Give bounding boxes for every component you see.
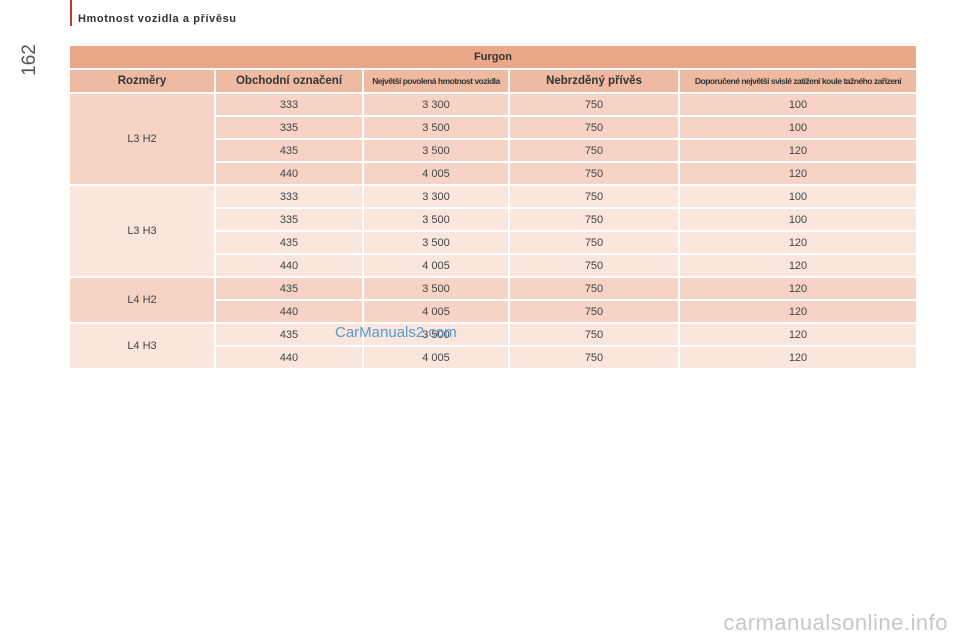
table-cell: 333 <box>216 186 364 209</box>
section-title: Hmotnost vozidla a přívěsu <box>78 13 237 25</box>
table-cell: 750 <box>510 301 680 324</box>
table-cell: 120 <box>680 232 916 255</box>
table-cell: 3 500 <box>364 232 510 255</box>
dimension-cell: L3 H3 <box>70 186 216 278</box>
table-cell: 750 <box>510 255 680 278</box>
table-cell: 440 <box>216 255 364 278</box>
column-header-dimensions: Rozměry <box>70 70 216 94</box>
table-cell: 335 <box>216 117 364 140</box>
table-cell: 120 <box>680 301 916 324</box>
table-body: L3 H2 333 3 300 750 100 335 3 500 750 100 435 3 50… <box>70 94 916 370</box>
table-row: L4 H3 435 3 500 750 120 <box>70 324 916 370</box>
table-cell: 750 <box>510 232 680 255</box>
table-cell: 100 <box>680 94 916 117</box>
table-cell: 120 <box>680 163 916 186</box>
table-cell: 4 005 <box>364 347 510 370</box>
table-row: L3 H3 333 3 300 750 100 <box>70 186 916 278</box>
table-cell: 100 <box>680 209 916 232</box>
table-cell: 4 005 <box>364 255 510 278</box>
table-cell: 120 <box>680 324 916 347</box>
column-header-unbraked-trailer: Nebrzděný přívěs <box>510 70 680 94</box>
table-cell: 3 500 <box>364 117 510 140</box>
page-number: 162 <box>19 44 40 76</box>
table-cell: 3 500 <box>364 209 510 232</box>
table-cell: 750 <box>510 347 680 370</box>
table-cell: 750 <box>510 278 680 301</box>
dimension-cell: L3 H2 <box>70 94 216 186</box>
table-cell: 4 005 <box>364 163 510 186</box>
dimension-cell: L4 H2 <box>70 278 216 324</box>
table-row: L4 H2 435 3 500 750 120 <box>70 278 916 324</box>
section-accent-bar <box>70 0 72 26</box>
table-cell: 100 <box>680 117 916 140</box>
table-cell: 750 <box>510 94 680 117</box>
table-cell: 3 300 <box>364 186 510 209</box>
table-cell: 120 <box>680 140 916 163</box>
table-cell: 440 <box>216 163 364 186</box>
table-cell: 335 <box>216 209 364 232</box>
table-cell: 120 <box>680 255 916 278</box>
table-cell: 4 005 <box>364 301 510 324</box>
table-cell: 435 <box>216 232 364 255</box>
table-cell: 3 300 <box>364 94 510 117</box>
table-cell: 750 <box>510 209 680 232</box>
table-cell: 3 500 <box>364 140 510 163</box>
table-cell: 750 <box>510 140 680 163</box>
watermark-carmanuals2: CarManuals2.com <box>335 324 457 341</box>
column-header-max-weight: Největší povolená hmotnost vozidla <box>364 70 510 94</box>
table-cell: 750 <box>510 117 680 140</box>
column-header-trade-name: Obchodní označení <box>216 70 364 94</box>
table-cell: 750 <box>510 186 680 209</box>
table-cell: 120 <box>680 278 916 301</box>
table-cell: 120 <box>680 347 916 370</box>
column-header-nose-weight: Doporučené největší svislé zatížení koul… <box>680 70 916 94</box>
table-cell: 3 500 <box>364 278 510 301</box>
table-title: Furgon <box>70 46 916 70</box>
table-row: L3 H2 333 3 300 750 100 <box>70 94 916 186</box>
table-cell: 435 <box>216 140 364 163</box>
table-cell: 750 <box>510 324 680 347</box>
table-cell: 440 <box>216 347 364 370</box>
table-cell: 100 <box>680 186 916 209</box>
table-cell: 750 <box>510 163 680 186</box>
table-cell: 440 <box>216 301 364 324</box>
dimension-cell: L4 H3 <box>70 324 216 370</box>
watermark-carmanualsonline: carmanualsonline.info <box>723 610 948 635</box>
table-cell: 435 <box>216 278 364 301</box>
vehicle-weight-table: Furgon Rozměry Obchodní označení Největš… <box>70 46 916 370</box>
table-cell: 333 <box>216 94 364 117</box>
